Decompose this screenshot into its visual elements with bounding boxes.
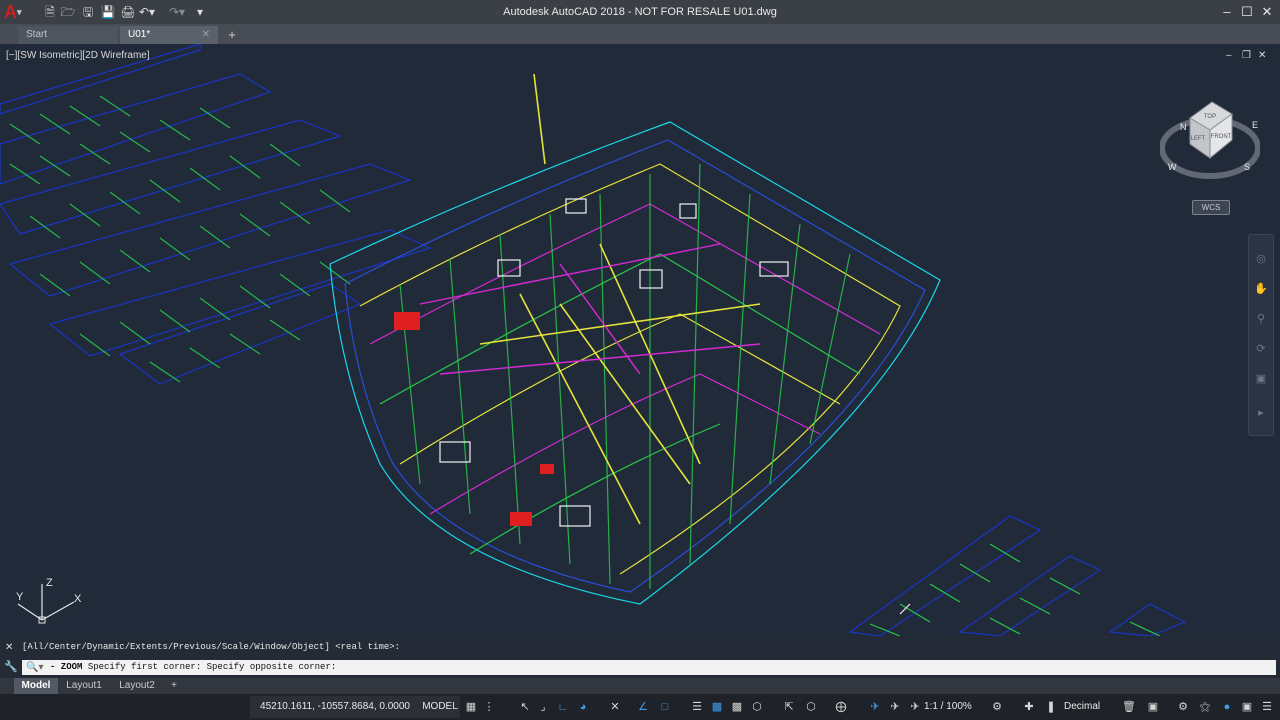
close-window-button[interactable]: ✕ [1256,2,1278,22]
lock-ui-icon[interactable]: ▣ [1144,698,1162,716]
annotation-scale-value[interactable]: 1:1 / 100% [924,696,972,718]
coordinates-display[interactable]: 45210.1611, -10557.8684, 0.0000 [250,696,420,718]
maximize-window-button[interactable]: ☐ [1236,2,1258,22]
tab-label: U01* [128,29,151,40]
title-bar: A▾ 🗎 🗁 🖫 💾 🖨 ↶▾ ↷▾ ▾ Autodesk AutoCAD 20… [0,0,1280,24]
object-snap-icon[interactable]: □ [656,698,674,716]
model-drawing [0,44,1187,636]
command-input[interactable]: 🔍▾ - ZOOM Specify first corner: Specify … [22,660,1276,675]
viewport-controls[interactable]: [−][SW Isometric][2D Wireframe] [6,50,150,61]
tab-label: Start [26,29,48,40]
command-input-text: Specify first corner: Specify opposite c… [87,662,337,672]
viewport-minimize-icon[interactable]: – [1226,50,1232,61]
annotation-monitor-icon[interactable]: ✚ [1020,698,1038,716]
command-history: [All/Center/Dynamic/Extents/Previous/Sca… [22,642,401,652]
orbit-icon[interactable]: ⟳ [1253,341,1269,357]
status-bar: 45210.1611, -10557.8684, 0.0000 MODEL ▦ … [0,694,1280,720]
compass-east: E [1252,120,1258,130]
auto-scale-icon[interactable]: ✈ [886,698,904,716]
recent-commands-icon[interactable]: 🔍▾ [26,660,43,675]
viewport-close-icon[interactable]: ✕ [1258,50,1266,61]
new-tab-button[interactable]: + [224,27,240,43]
grid-display-icon[interactable]: ▦ [462,698,480,716]
object-snap-tracking-icon[interactable]: ∠ [634,698,652,716]
close-tab-icon[interactable]: ✕ [202,26,210,44]
navigation-bar: ◎ ✋ ⚲ ⟳ ▣ ▸ [1248,234,1274,436]
close-command-line-icon[interactable]: ✕ [5,642,13,653]
command-line: ✕ [All/Center/Dynamic/Extents/Previous/S… [0,636,1280,678]
drawing-viewport[interactable]: [−][SW Isometric][2D Wireframe] – ❐ ✕ TO… [0,44,1280,636]
hardware-acceleration-icon[interactable]: ⚝ [1196,698,1214,716]
showmotion-icon[interactable]: ▣ [1253,371,1269,387]
tab-layout1[interactable]: Layout1 [60,678,108,694]
pan-icon[interactable]: ✋ [1253,281,1269,297]
dynamic-input-icon[interactable]: ⌟ [534,698,552,716]
compass-west: W [1168,162,1177,172]
isolate-objects-icon[interactable]: ⚙ [1174,698,1192,716]
compass-north: N [1180,122,1187,132]
infer-constraints-icon[interactable]: ↖ [516,698,534,716]
polar-tracking-icon[interactable]: ◕ [574,698,592,716]
transparency-icon[interactable]: ▩ [708,698,726,716]
viewcube[interactable]: TOP LEFT FRONT N W S E [1159,98,1261,208]
isometric-drafting-icon[interactable]: ✕ [606,698,624,716]
tab-layout2[interactable]: Layout2 [112,678,162,694]
model-space-button[interactable]: MODEL [420,696,460,718]
units-value[interactable]: Decimal [1064,696,1100,718]
3d-object-snap-icon[interactable]: ⬡ [748,698,766,716]
grid-frame-group [0,44,432,385]
tab-u01[interactable]: U01* ✕ [120,26,218,44]
clean-screen-icon[interactable]: ● [1218,698,1236,716]
viewcube-left-face: LEFT [1191,136,1206,142]
ucs-z-label: Z [46,577,53,589]
file-tab-bar: Start U01* ✕ + [0,24,1280,44]
viewcube-front-face: FRONT [1211,134,1232,140]
selection-filter-icon[interactable]: ⬡ [802,698,820,716]
workspace-switching-icon[interactable]: ⚙ [988,698,1006,716]
annotation-visibility-icon[interactable]: ✈ [866,698,884,716]
compass-south: S [1244,162,1250,172]
viewcube-top-face: TOP [1204,114,1216,120]
ucs-icon: Z X Y [10,572,90,632]
new-layout-button[interactable]: + [166,678,182,694]
zoom-extents-icon[interactable]: ⚲ [1253,311,1269,327]
snap-mode-icon[interactable]: ⋮ [480,698,498,716]
window-title: Autodesk AutoCAD 2018 - NOT FOR RESALE U… [503,6,777,18]
gizmo-icon[interactable]: ⨁ [832,698,850,716]
command-prompt-prefix: - ZOOM [50,662,83,672]
annotation-scale-icon[interactable]: ✈ [906,698,924,716]
steering-wheel-icon[interactable]: ◎ [1253,251,1269,267]
selection-cycling-icon[interactable]: ▩ [728,698,746,716]
ortho-mode-icon[interactable]: ∟ [554,698,572,716]
ucs-x-label: X [74,593,82,605]
nav-customize-icon[interactable]: ▸ [1253,405,1269,421]
viewport-restore-icon[interactable]: ❐ [1242,50,1251,61]
ucs-y-label: Y [16,591,24,603]
minimize-window-button[interactable]: – [1216,2,1238,22]
wcs-menu-button[interactable]: WCS [1192,200,1230,215]
tab-start[interactable]: Start [18,26,118,44]
quick-properties-icon[interactable]: 🗑 [1120,698,1138,716]
layout-tab-bar: Model Layout1 Layout2 + [0,678,1280,694]
hull-model [329,121,941,605]
lineweight-icon[interactable]: ☰ [688,698,706,716]
customize-command-icon[interactable]: 🔧 [4,660,18,673]
customization-menu-icon[interactable]: ☰ [1258,698,1276,716]
units-divider: ❚ [1046,701,1056,713]
tab-model[interactable]: Model [14,678,58,694]
dynamic-ucs-icon[interactable]: ⇱ [780,698,798,716]
clean-screen-toggle-icon[interactable]: ▣ [1238,698,1256,716]
